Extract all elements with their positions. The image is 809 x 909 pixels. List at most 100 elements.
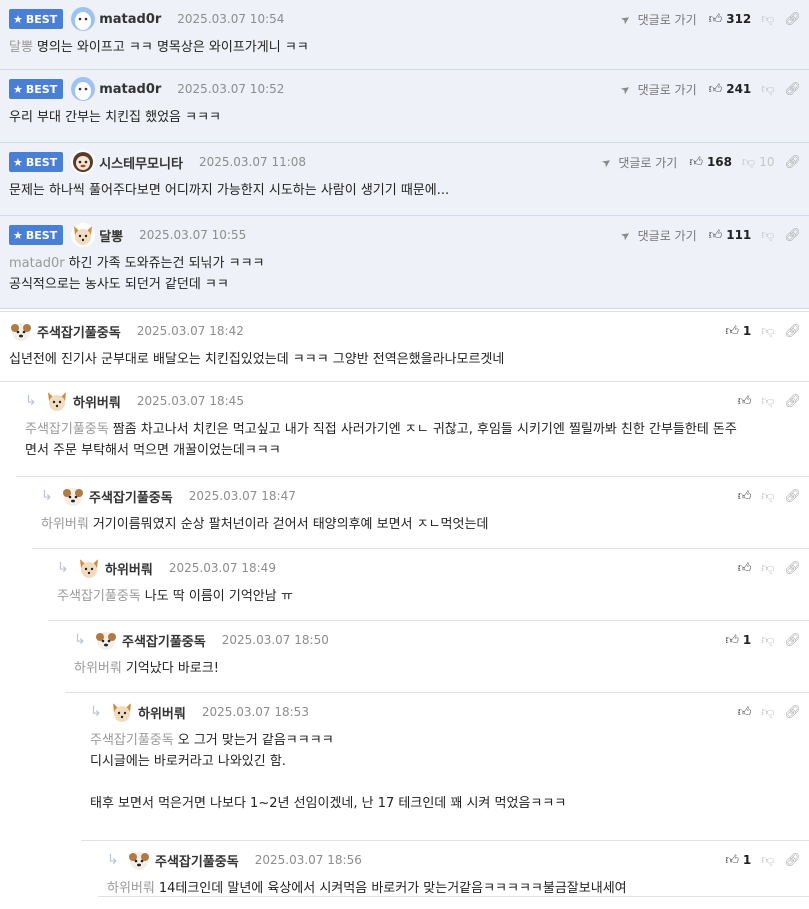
thumbs-up-icon: 👍︎ xyxy=(737,560,752,576)
dislike-button[interactable]: 👎︎ xyxy=(761,561,774,576)
mention-nickname[interactable]: 하위버뤄 xyxy=(107,881,155,896)
avatar[interactable] xyxy=(71,150,96,174)
thumbs-up-icon: 👍︎ xyxy=(737,704,752,720)
thumbs-down-icon: 👎︎ xyxy=(761,11,775,27)
avatar[interactable] xyxy=(110,700,134,724)
comment-header: ★ BEST matad0r 2025.03.07 10:52 ➤ 댓글로 가기 👍︎ 241… xyxy=(9,74,809,104)
like-button[interactable]: 👍︎ 1 xyxy=(725,633,751,648)
like-button[interactable]: 👍︎ xyxy=(738,394,752,409)
avatar[interactable] xyxy=(127,848,151,872)
dislike-button[interactable]: 👎︎ xyxy=(761,489,774,504)
comment: ↳ 하위버뤄 2025.03.07 18:45 👍︎ 👎︎ 🔗︎ 주색잡기풀중독 짬좀 차고나… xyxy=(16,382,809,477)
best-comment: ★ BEST 달뽕 2025.03.07 10:55 ➤ 댓글로 가기 👍︎ 111 👎︎ 🔗︎ m… xyxy=(0,216,809,309)
avatar[interactable] xyxy=(9,319,33,343)
link-icon[interactable]: 🔗︎ xyxy=(784,394,801,409)
like-button[interactable]: 👍︎ xyxy=(738,705,752,720)
go-to-reply-label: 댓글로 가기 xyxy=(637,228,697,243)
go-to-reply-button[interactable]: ➤ 댓글로 가기 xyxy=(618,227,697,244)
dislike-button[interactable]: 👎︎ xyxy=(761,82,774,97)
avatar[interactable] xyxy=(61,484,85,508)
link-icon[interactable]: 🔗︎ xyxy=(784,705,801,720)
dislike-button[interactable]: 👎︎ xyxy=(761,324,774,339)
comment-line: 하위버뤄 14테크인데 말년에 육상에서 시켜먹음 바로커가 맞는거같음ㅋㅋㅋㅋㅋ… xyxy=(107,878,801,899)
comment-line: 십년전에 진기사 군부대로 배달오는 치킨집있었는데 ㅋㅋㅋ 그양반 전역은했을… xyxy=(9,349,801,370)
like-count: 1 xyxy=(742,853,752,867)
dislike-button[interactable]: 👎︎ xyxy=(761,228,774,243)
link-icon[interactable]: 🔗︎ xyxy=(784,853,801,868)
comment-date: 2025.03.07 11:08 xyxy=(198,155,307,169)
link-icon[interactable]: 🔗︎ xyxy=(784,82,801,97)
link-icon[interactable]: 🔗︎ xyxy=(784,228,801,243)
comment-body: 달뽕 명의는 와이프고 ㅋㅋ 명목상은 와이프가게니 ㅋㅋ xyxy=(9,37,809,58)
nickname[interactable]: 주색잡기풀중독 xyxy=(89,487,173,506)
mention-nickname[interactable]: 달뽕 xyxy=(9,40,33,55)
go-to-reply-button[interactable]: ➤ 댓글로 가기 xyxy=(618,11,696,28)
link-icon[interactable]: 🔗︎ xyxy=(784,633,801,648)
link-icon[interactable]: 🔗︎ xyxy=(784,561,801,576)
go-to-reply-button[interactable]: ➤ 댓글로 가기 xyxy=(599,154,677,171)
star-icon: ★ xyxy=(13,82,23,96)
comment-line: 문제는 하나씩 풀어주다보면 어디까지 가능한지 시도하는 사람이 생기기 때문… xyxy=(9,180,809,201)
link-icon[interactable]: 🔗︎ xyxy=(784,489,801,504)
comment-date: 2025.03.07 10:54 xyxy=(177,12,285,26)
comment-body: 하위버뤄 14테크인데 말년에 육상에서 시켜먹음 바로커가 맞는거같음ㅋㅋㅋㅋㅋ… xyxy=(107,878,809,899)
comment-header: ★ BEST matad0r 2025.03.07 10:54 ➤ 댓글로 가기 👍︎ 312… xyxy=(9,4,809,34)
nickname[interactable]: 주색잡기풀중독 xyxy=(37,322,121,341)
avatar[interactable] xyxy=(77,556,101,580)
go-to-reply-button[interactable]: ➤ 댓글로 가기 xyxy=(618,81,696,98)
link-icon[interactable]: 🔗︎ xyxy=(784,12,801,27)
like-button[interactable]: 👍︎ 312 xyxy=(709,12,752,27)
like-button[interactable]: 👍︎ 168 xyxy=(689,155,732,170)
avatar[interactable] xyxy=(71,7,96,31)
mention-nickname[interactable]: 주색잡기풀중독 xyxy=(90,733,174,748)
avatar[interactable] xyxy=(94,628,118,652)
like-button[interactable]: 👍︎ 1 xyxy=(725,853,751,868)
nickname[interactable]: matad0r xyxy=(99,82,161,97)
comment-header: ↳ 하위버뤄 2025.03.07 18:45 👍︎ 👎︎ 🔗︎ xyxy=(25,386,809,416)
nickname[interactable]: 달뽕 xyxy=(99,226,123,245)
dislike-button[interactable]: 👎︎ 10 xyxy=(742,155,774,170)
like-button[interactable]: 👍︎ 241 xyxy=(709,82,752,97)
nickname[interactable]: 시스테무모니타 xyxy=(99,153,183,172)
nickname[interactable]: matad0r xyxy=(99,12,161,27)
mention-nickname[interactable]: 하위버뤄 xyxy=(41,517,89,532)
like-button[interactable]: 👍︎ xyxy=(738,489,752,504)
comment-body: 주색잡기풀중독 오 그거 맞는거 같음ㅋㅋㅋㅋ 디시글에는 바로커라고 나와있긴 함… xyxy=(90,730,809,814)
mention-nickname[interactable]: 주색잡기풀중독 xyxy=(25,422,109,437)
dislike-button[interactable]: 👎︎ xyxy=(761,705,774,720)
best-badge-label: BEST xyxy=(25,82,58,96)
like-button[interactable]: 👍︎ 1 xyxy=(725,324,751,339)
comment-body: matad0r 하긴 가족 도와쥬는건 되닊가 ㅋㅋㅋ 공식적으로는 농사도 되던거… xyxy=(9,253,809,295)
nickname[interactable]: 주색잡기풀중독 xyxy=(122,631,206,650)
mention-nickname[interactable]: 주색잡기풀중독 xyxy=(57,589,141,604)
dislike-button[interactable]: 👎︎ xyxy=(761,633,774,648)
nickname[interactable]: 하위버뤄 xyxy=(138,703,186,722)
avatar[interactable] xyxy=(45,389,69,413)
like-button[interactable]: 👍︎ 111 xyxy=(709,228,752,243)
comment-date: 2025.03.07 18:47 xyxy=(188,489,296,503)
nickname[interactable]: 주색잡기풀중독 xyxy=(155,851,239,870)
star-icon: ★ xyxy=(13,155,23,169)
like-button[interactable]: 👍︎ xyxy=(738,561,752,576)
comment: ↳ 주색잡기풀중독 2025.03.07 18:56 👍︎ 1 👎︎ 🔗︎ 하위버뤄 14테크인… xyxy=(98,841,809,897)
dislike-button[interactable]: 👎︎ xyxy=(761,853,774,868)
thumbs-down-icon: 👎︎ xyxy=(761,852,775,868)
dislike-button[interactable]: 👎︎ xyxy=(761,12,774,27)
nickname[interactable]: 하위버뤄 xyxy=(73,392,121,411)
mention-nickname[interactable]: matad0r xyxy=(9,256,65,271)
link-icon[interactable]: 🔗︎ xyxy=(784,324,801,339)
thumbs-down-icon: 👎︎ xyxy=(761,704,775,720)
comment: 주색잡기풀중독 2025.03.07 18:42 👍︎ 1 👎︎ 🔗︎ 십년전에 진기사 군… xyxy=(0,312,809,382)
mention-nickname[interactable]: 하위버뤄 xyxy=(74,661,122,676)
avatar[interactable] xyxy=(71,223,96,247)
star-icon: ★ xyxy=(13,12,23,26)
avatar[interactable] xyxy=(71,77,96,101)
comment-line: 공식적으로는 농사도 되던거 같던데 ㅋㅋ xyxy=(9,274,809,295)
reply-arrow-icon: ↳ xyxy=(41,488,53,504)
comment-header: ★ BEST 시스테무모니타 2025.03.07 11:08 ➤ 댓글로 가기 👍︎ 168… xyxy=(9,147,809,177)
comment: ↳ 하위버뤄 2025.03.07 18:49 👍︎ 👎︎ 🔗︎ 주색잡기풀중독 나도 딱 이… xyxy=(48,549,809,621)
nickname[interactable]: 하위버뤄 xyxy=(105,559,153,578)
dislike-button[interactable]: 👎︎ xyxy=(761,394,774,409)
link-icon[interactable]: 🔗︎ xyxy=(784,155,801,170)
comment-actions: 👍︎ 👎︎ 🔗︎ xyxy=(738,553,801,583)
